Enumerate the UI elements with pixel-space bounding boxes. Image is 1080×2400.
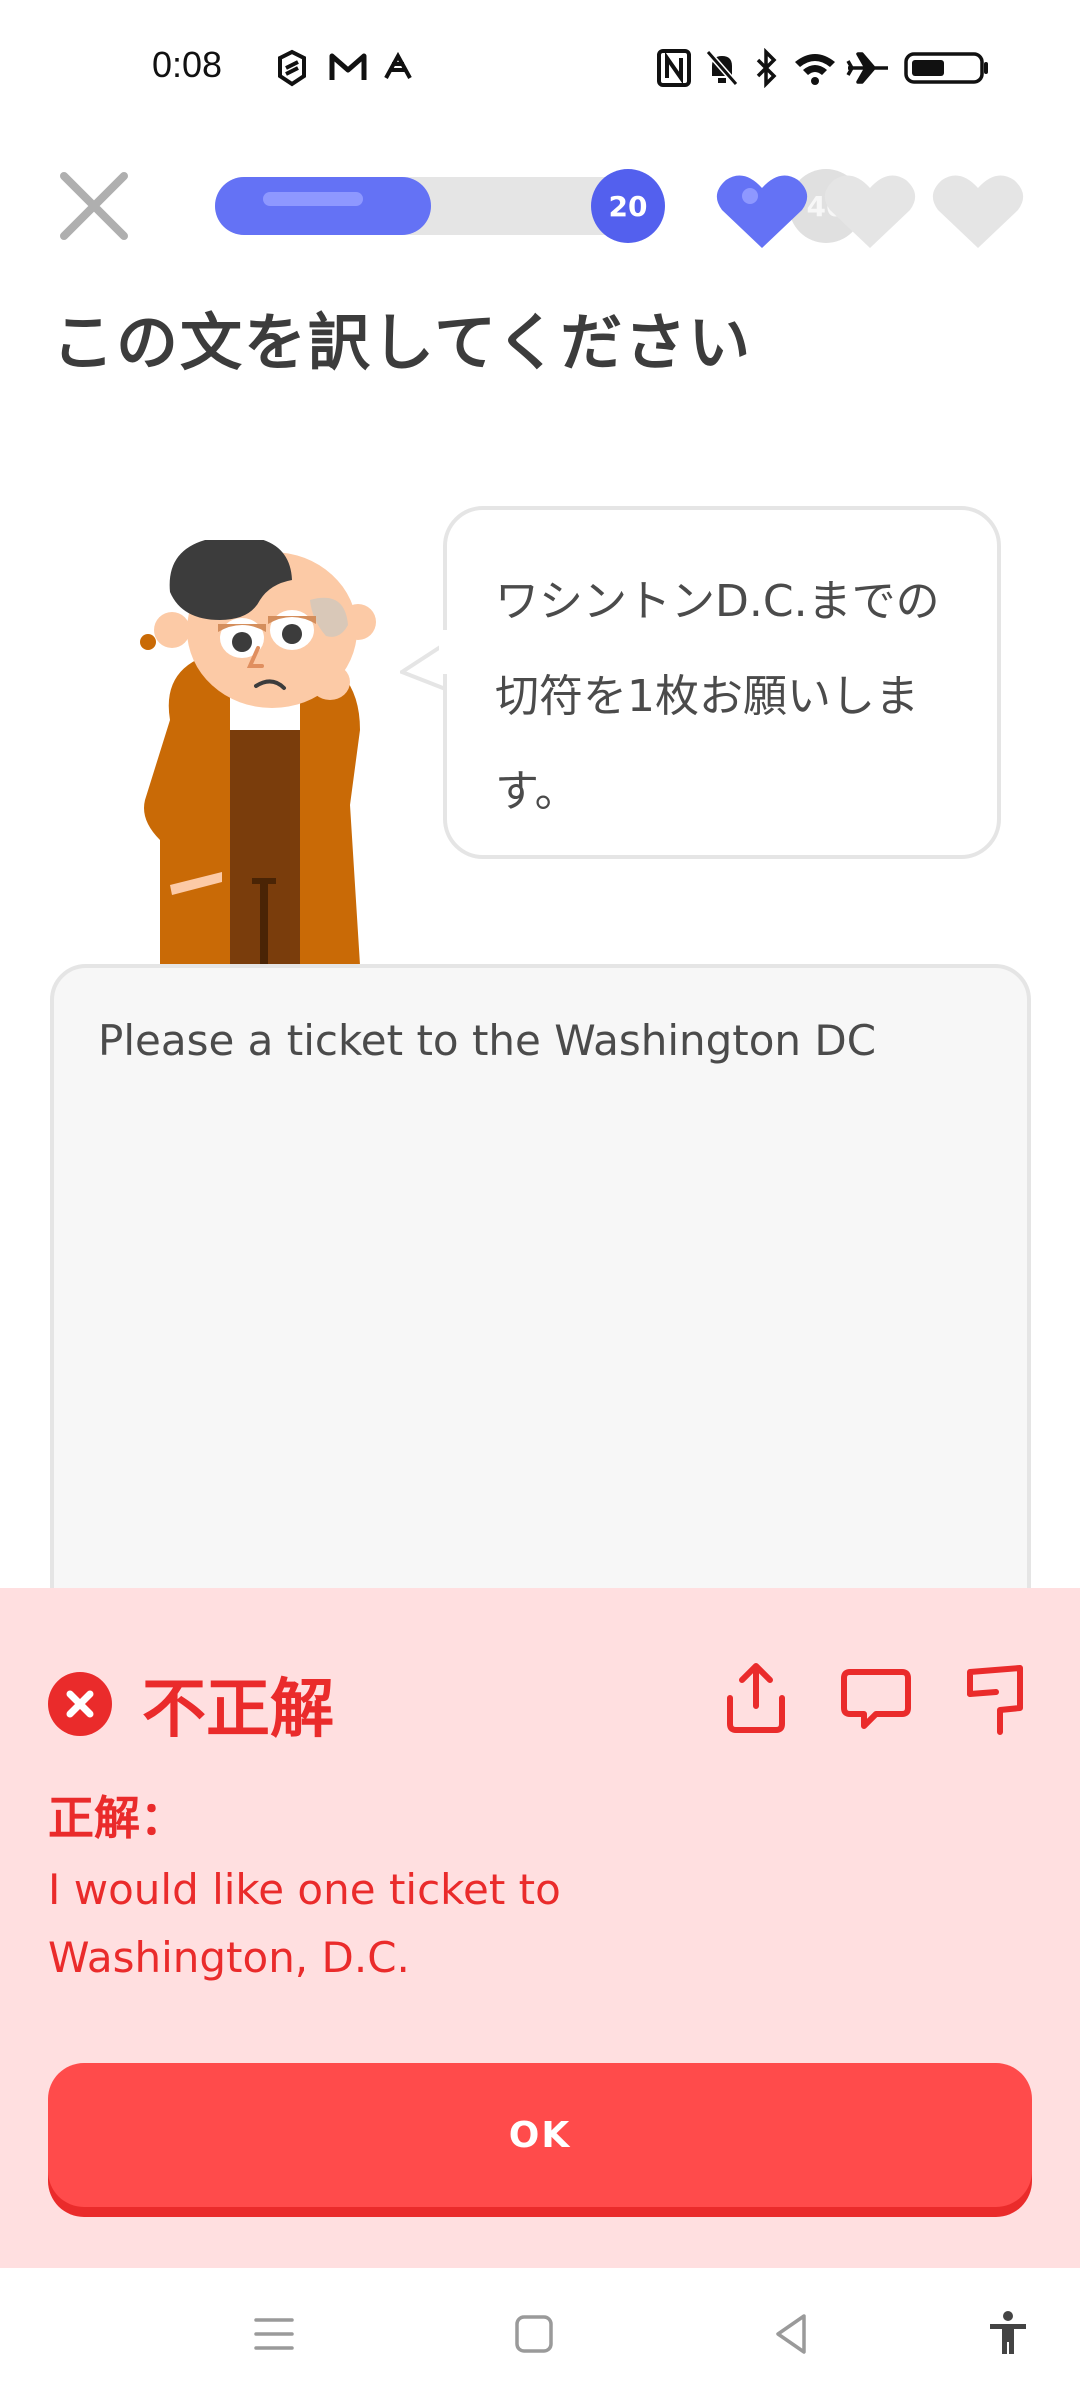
incorrect-x-icon (48, 1672, 112, 1736)
wifi-icon (795, 54, 835, 85)
correct-answer-text: I would like one ticket to Washington, D… (48, 1856, 648, 1992)
gmail-icon (329, 53, 367, 80)
status-time: 0:08 (152, 44, 223, 85)
progress-shine (263, 192, 363, 206)
back-icon[interactable] (766, 2308, 818, 2360)
close-icon[interactable] (54, 166, 134, 246)
bubble-tail-joint (439, 630, 449, 674)
heart-filled-icon (716, 175, 808, 248)
correct-answer-line: I would like one ticket to (48, 1865, 561, 1914)
prompt-sentence: ワシントンD.C.までの 切符を1枚お願いしま す。 (495, 554, 957, 839)
menu-icon[interactable] (248, 2308, 300, 2360)
report-flag-icon[interactable] (956, 1658, 1036, 1738)
mute-icon (705, 50, 739, 86)
bluetooth-icon (756, 48, 777, 88)
heart-empty-icon (824, 175, 916, 248)
system-nav-bar (0, 2268, 1080, 2400)
feedback-status: 不正解 (142, 1673, 334, 1747)
status-bar: 0:08 (0, 0, 1080, 140)
character-illustration (140, 540, 376, 965)
incorrect-feedback-panel: 不正解 正解： I would like one ticket to Washi… (0, 1588, 1080, 2268)
speech-bubble: ワシントンD.C.までの 切符を1枚お願いしま す。 (443, 506, 1001, 859)
airplane-icon (846, 52, 888, 84)
prompt-line: ワシントンD.C.までの (495, 576, 940, 627)
sync-app-icon (278, 49, 306, 87)
app-notification-icon (384, 51, 412, 79)
comment-icon[interactable] (836, 1658, 916, 1738)
progress-fill (215, 177, 431, 235)
instruction-title: この文を訳してください (52, 306, 753, 379)
answer-input-value: Please a ticket to the Washington DC (98, 1016, 877, 1065)
accessibility-icon[interactable] (982, 2308, 1034, 2360)
answer-textarea[interactable]: Please a ticket to the Washington DC (50, 964, 1031, 1664)
ok-button[interactable]: OK (48, 2063, 1032, 2207)
prompt-line: 切符を1枚お願いしま (495, 671, 919, 722)
progress-current-count: 20 (591, 169, 665, 243)
lesson-progress-bar: 20 40 (215, 169, 863, 243)
correct-answer-label: 正解： (48, 1791, 186, 1845)
nfc-icon (657, 49, 691, 87)
correct-answer-line: Washington, D.C. (48, 1933, 410, 1982)
home-icon[interactable] (508, 2308, 560, 2360)
battery-icon (904, 52, 988, 84)
prompt-line: す。 (495, 766, 579, 817)
heart-empty-icon (932, 175, 1024, 248)
share-icon[interactable] (716, 1658, 796, 1738)
